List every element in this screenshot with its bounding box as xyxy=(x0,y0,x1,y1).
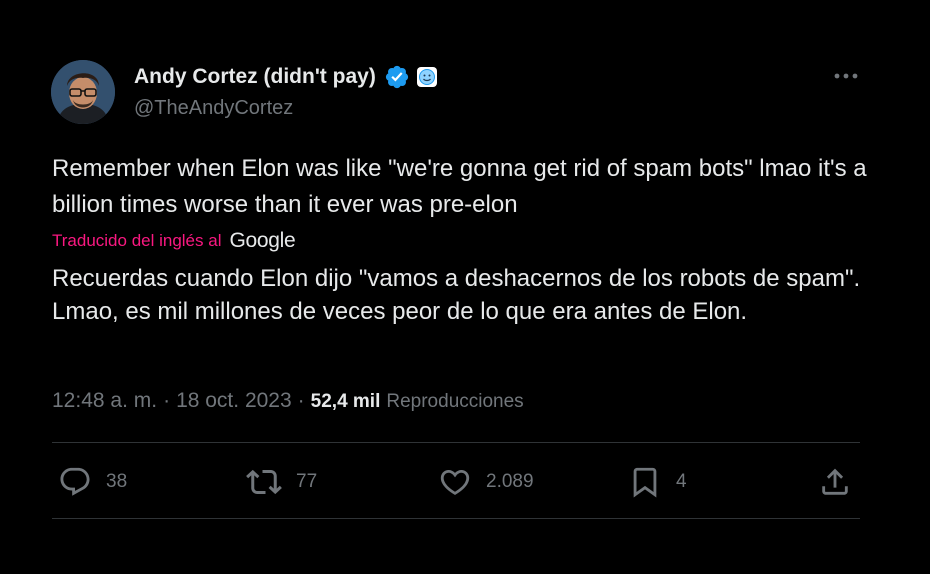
like-button[interactable]: 2.089 xyxy=(438,462,534,502)
tweet-text: Remember when Elon was like "we're gonna… xyxy=(52,155,867,218)
avatar[interactable] xyxy=(51,60,115,124)
author-display-name[interactable]: Andy Cortez (didn't pay) xyxy=(134,65,376,89)
repost-icon xyxy=(246,469,282,495)
reply-button[interactable]: 38 xyxy=(58,462,127,502)
repost-count: 77 xyxy=(296,471,318,492)
meta-separator: · xyxy=(163,389,171,412)
tweet-time[interactable]: 12:48 a. m. xyxy=(52,389,157,413)
action-bar: 38 77 2.089 4 xyxy=(52,462,860,502)
repost-button[interactable]: 77 xyxy=(246,462,317,502)
author-handle[interactable]: @TheAndyCortez xyxy=(134,97,293,120)
bookmark-icon xyxy=(633,467,657,498)
translation-attribution: Traducido del inglés al Google xyxy=(52,229,296,253)
avatar-photo-icon xyxy=(51,60,115,124)
like-count: 2.089 xyxy=(486,471,534,492)
meta-separator: · xyxy=(297,389,305,412)
reply-icon xyxy=(60,467,90,496)
share-button[interactable] xyxy=(818,462,852,502)
views-count[interactable]: 52,4 mil xyxy=(311,391,381,413)
divider xyxy=(52,442,860,443)
divider xyxy=(52,518,860,519)
google-logo: Google xyxy=(229,229,296,252)
author-name-row: Andy Cortez (didn't pay) xyxy=(134,64,438,90)
bookmark-button[interactable]: 4 xyxy=(628,462,687,502)
tweet-meta: 12:48 a. m. · 18 oct. 2023 · 52,4 mil Re… xyxy=(52,389,524,413)
translated-text: Recuerdas cuando Elon dijo "vamos a desh… xyxy=(52,265,861,325)
reply-count: 38 xyxy=(106,471,128,492)
verified-badge-icon[interactable] xyxy=(384,64,410,90)
tweet-date[interactable]: 18 oct. 2023 xyxy=(176,389,292,413)
more-options-icon[interactable] xyxy=(830,66,862,86)
affiliation-badge-icon[interactable] xyxy=(416,66,438,88)
translated-label[interactable]: Traducido del inglés al xyxy=(52,231,221,251)
share-icon xyxy=(822,468,848,495)
views-label[interactable]: Reproducciones xyxy=(386,391,523,413)
heart-icon xyxy=(440,469,470,495)
bookmark-count: 4 xyxy=(676,471,687,492)
tweet-detail: Andy Cortez (didn't pay) @TheAndyCortez … xyxy=(0,0,930,574)
